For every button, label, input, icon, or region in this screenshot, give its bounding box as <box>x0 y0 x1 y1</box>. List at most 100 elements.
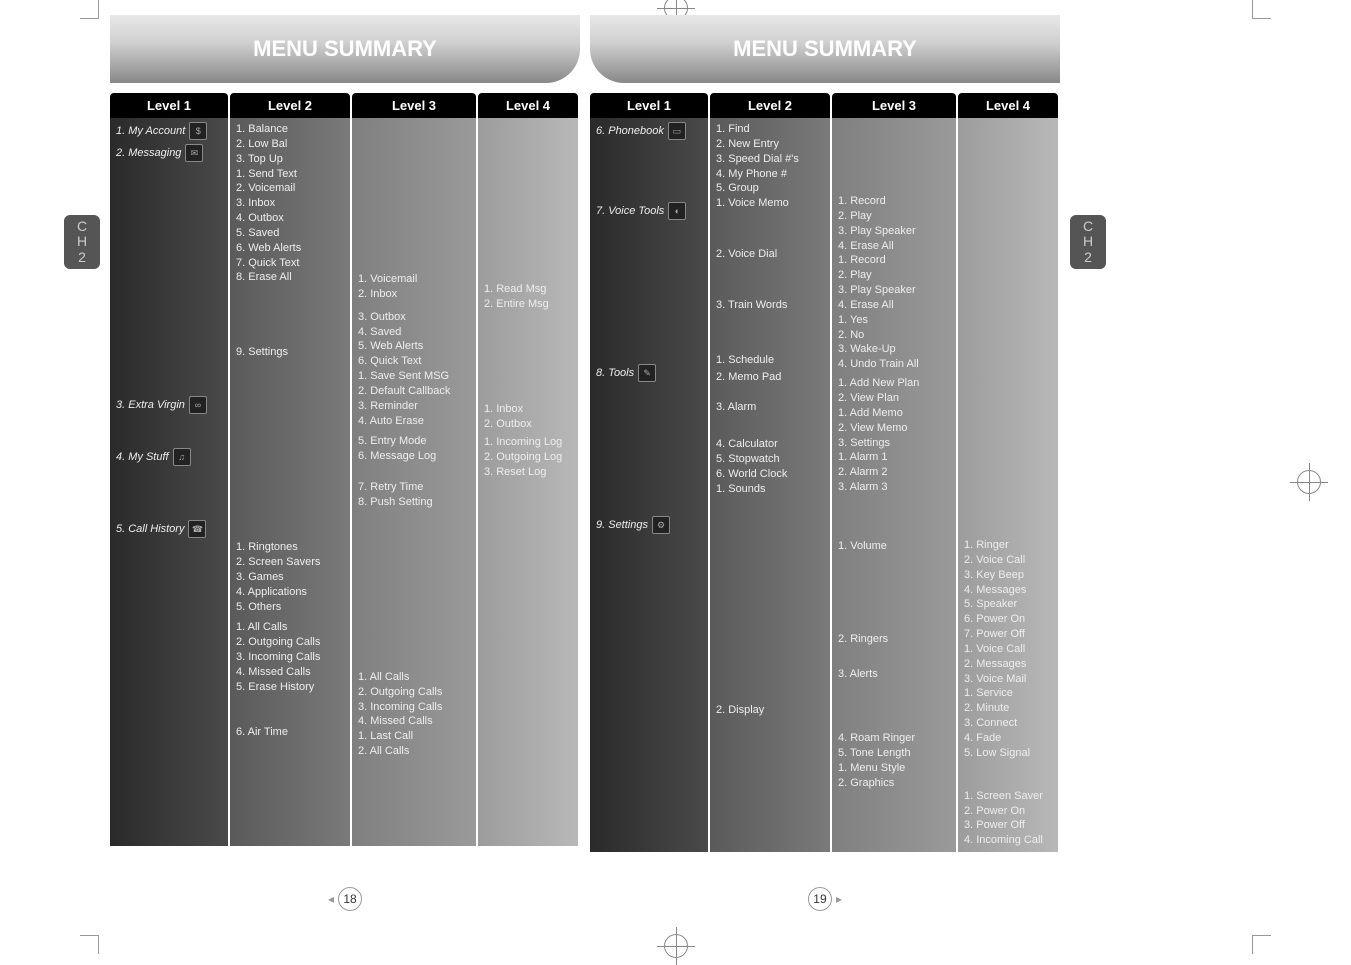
section-title: 5. Call History <box>116 522 184 537</box>
section-icon: ☎ <box>188 520 206 538</box>
menu-item: 1. Last Call <box>358 729 470 744</box>
menu-item: 1. Inbox <box>484 402 572 417</box>
section-icon: ⚙ <box>652 516 670 534</box>
menu-item: 4. Erase All <box>838 239 950 254</box>
registration-mark <box>664 934 688 958</box>
menu-item: 4. Applications <box>236 585 344 600</box>
menu-items: 1. Volume <box>838 539 950 554</box>
menu-item: 1. Schedule <box>716 353 824 368</box>
menu-item: 7. Power Off <box>964 627 1052 642</box>
menu-item: 2. Outbox <box>484 417 572 432</box>
menu-item: 3. Alarm <box>716 400 824 415</box>
menu-section: 7. Voice Tools◐ <box>596 202 702 220</box>
menu-item: 1. Add Memo <box>838 406 950 421</box>
menu-table: Level 1 1. My Account$2. Messaging✉3. Ex… <box>110 93 580 846</box>
menu-item: 3. Key Beep <box>964 568 1052 583</box>
menu-item: 4. Missed Calls <box>236 665 344 680</box>
menu-item: 5. Web Alerts <box>358 339 470 354</box>
menu-item: 3. Outbox <box>358 310 470 325</box>
menu-item: 5. Erase History <box>236 680 344 695</box>
menu-item: 6. Message Log <box>358 449 470 464</box>
menu-items: 1. Schedule <box>716 353 824 368</box>
col-header-level4: Level 4 <box>478 93 578 118</box>
menu-item: 1. Service <box>964 686 1052 701</box>
menu-item: 2. Ringers <box>838 632 950 647</box>
section-title: 9. Settings <box>596 518 648 533</box>
page-title: MENU SUMMARY <box>590 15 1060 83</box>
menu-section: 4. My Stuff♫ <box>116 448 222 466</box>
menu-items: 7. Retry Time8. Push Setting <box>358 480 470 510</box>
menu-items: 1. Balance2. Low Bal3. Top Up <box>236 122 344 167</box>
crop-mark <box>80 0 99 19</box>
menu-item: 2. Voice Dial <box>716 247 824 262</box>
menu-item: 3. Games <box>236 570 344 585</box>
menu-item: 2. Low Bal <box>236 137 344 152</box>
menu-item: 1. All Calls <box>236 620 344 635</box>
col-header-level3: Level 3 <box>352 93 476 118</box>
menu-item: 1. Find <box>716 122 824 137</box>
menu-table: Level 1 6. Phonebook▭7. Voice Tools◐8. T… <box>590 93 1060 852</box>
menu-item: 1. Voicemail <box>358 272 470 287</box>
menu-items: 9. Settings <box>236 345 344 360</box>
menu-item: 4. Calculator <box>716 437 824 452</box>
menu-items: 1. Find2. New Entry3. Speed Dial #'s4. M… <box>716 122 824 196</box>
menu-item: 7. Quick Text <box>236 256 344 271</box>
chapter-tab: C H 2 <box>64 215 100 269</box>
menu-items: 1. Ringtones2. Screen Savers3. Games4. A… <box>236 540 344 614</box>
menu-item: 2. Default Callback <box>358 384 470 399</box>
menu-item: 3. Reset Log <box>484 465 572 480</box>
menu-item: 3. Wake-Up <box>838 342 950 357</box>
menu-section: 5. Call History ☎ <box>116 520 222 538</box>
menu-item: 1. Voice Memo <box>716 196 824 211</box>
menu-item: 3. Train Words <box>716 298 824 313</box>
menu-item: 1. Alarm 1 <box>838 450 950 465</box>
crop-mark <box>80 935 99 954</box>
menu-item: 2. Voice Call <box>964 553 1052 568</box>
section-title: 3. Extra Virgin <box>116 398 185 413</box>
menu-item: 1. Menu Style <box>838 761 950 776</box>
menu-item: 1. Ringtones <box>236 540 344 555</box>
menu-item: 3. Reminder <box>358 399 470 414</box>
menu-item: 4. Roam Ringer <box>838 731 950 746</box>
menu-item: 4. Undo Train All <box>838 357 950 372</box>
menu-item: 3. Top Up <box>236 152 344 167</box>
section-icon: ♫ <box>173 448 191 466</box>
section-icon: ✎ <box>638 364 656 382</box>
menu-item: 2. Outgoing Calls <box>236 635 344 650</box>
menu-item: 1. Sounds <box>716 482 824 497</box>
section-title: 6. Phonebook <box>596 124 664 139</box>
menu-item: 5. Group <box>716 181 824 196</box>
menu-item: 4. Auto Erase <box>358 414 470 429</box>
menu-item: 2. Power On <box>964 804 1052 819</box>
menu-item: 1. Incoming Log <box>484 435 572 450</box>
menu-item: 2. All Calls <box>358 744 470 759</box>
menu-item: 2. Outgoing Calls <box>358 685 470 700</box>
col-header-level2: Level 2 <box>710 93 830 118</box>
menu-items: 2. Ringers <box>838 632 950 647</box>
menu-section: 9. Settings ⚙ <box>596 516 702 534</box>
menu-items: 1. All Calls2. Outgoing Calls3. Incoming… <box>236 620 344 694</box>
col-header-level3: Level 3 <box>832 93 956 118</box>
menu-item: 2. Play <box>838 268 950 283</box>
menu-item: 4. Messages <box>964 583 1052 598</box>
menu-item: 6. World Clock <box>716 467 824 482</box>
menu-item: 1. Volume <box>838 539 950 554</box>
menu-item: 2. New Entry <box>716 137 824 152</box>
menu-item: 8. Push Setting <box>358 495 470 510</box>
menu-item: 3. Play Speaker <box>838 224 950 239</box>
menu-section: 3. Extra Virgin∞ <box>116 396 222 414</box>
menu-item: 3. Speed Dial #'s <box>716 152 824 167</box>
menu-item: 1. Send Text <box>236 167 344 182</box>
menu-item: 6. Web Alerts <box>236 241 344 256</box>
menu-items: 1. Read Msg2. Entire Msg <box>484 282 572 312</box>
section-icon: ▭ <box>668 122 686 140</box>
menu-item: 4. My Phone # <box>716 167 824 182</box>
menu-item: 6. Air Time <box>236 725 344 740</box>
page-number: 19 <box>808 887 842 911</box>
menu-items: 1. All Calls2. Outgoing Calls3. Incoming… <box>358 670 470 759</box>
menu-items: 4. Calculator5. Stopwatch6. World Clock <box>716 437 824 482</box>
menu-item: 4. Fade <box>964 731 1052 746</box>
menu-item: 8. Erase All <box>236 270 344 285</box>
menu-items: 4. Roam Ringer5. Tone Length1. Menu Styl… <box>838 731 950 790</box>
menu-item: 4. Incoming Call <box>964 833 1052 848</box>
